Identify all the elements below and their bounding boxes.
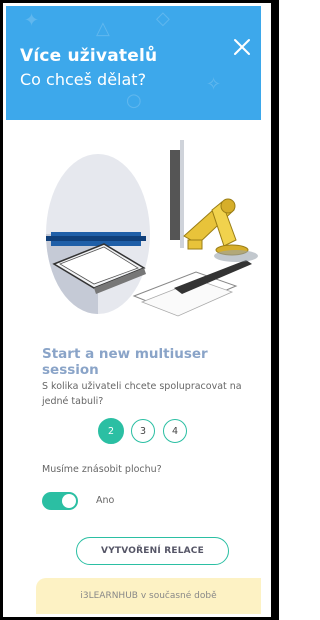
- toggle-label: Ano: [96, 495, 115, 506]
- decoration-icon: △: [96, 18, 110, 39]
- close-icon: [234, 39, 250, 55]
- info-bar-text: i3LEARNHUB v současné době: [80, 591, 217, 601]
- multiuser-dialog: ✦ △ ◇ ✧ ○ Více uživatelů Co chceš dělat?: [6, 6, 261, 614]
- decoration-icon: ✦: [24, 10, 40, 31]
- close-button[interactable]: [231, 36, 253, 58]
- decoration-icon: ◇: [156, 8, 170, 29]
- user-count-question: S kolika uživateli chcete spolupracovat …: [42, 381, 242, 407]
- session-title: Start a new multiuser session: [42, 346, 208, 378]
- dialog-header: ✦ △ ◇ ✧ ○ Více uživatelů Co chceš dělat?: [6, 6, 261, 120]
- dialog-title: Více uživatelů: [20, 46, 158, 66]
- user-option-3[interactable]: 3: [131, 419, 155, 443]
- multiply-toggle[interactable]: [42, 492, 78, 510]
- multiply-surface-question: Musíme znásobit plochu?: [42, 464, 162, 475]
- user-option-4[interactable]: 4: [163, 419, 187, 443]
- user-option-2[interactable]: 2: [98, 418, 124, 444]
- dialog-subtitle: Co chceš dělat?: [20, 70, 147, 89]
- info-bar: i3LEARNHUB v současné době: [36, 578, 261, 614]
- create-session-button[interactable]: VYTVOŘENÍ RELACE: [76, 537, 229, 565]
- decoration-icon: ○: [126, 90, 142, 111]
- decoration-icon: ✧: [206, 74, 222, 95]
- multiuser-illustration: [46, 140, 258, 317]
- toggle-knob: [62, 494, 76, 508]
